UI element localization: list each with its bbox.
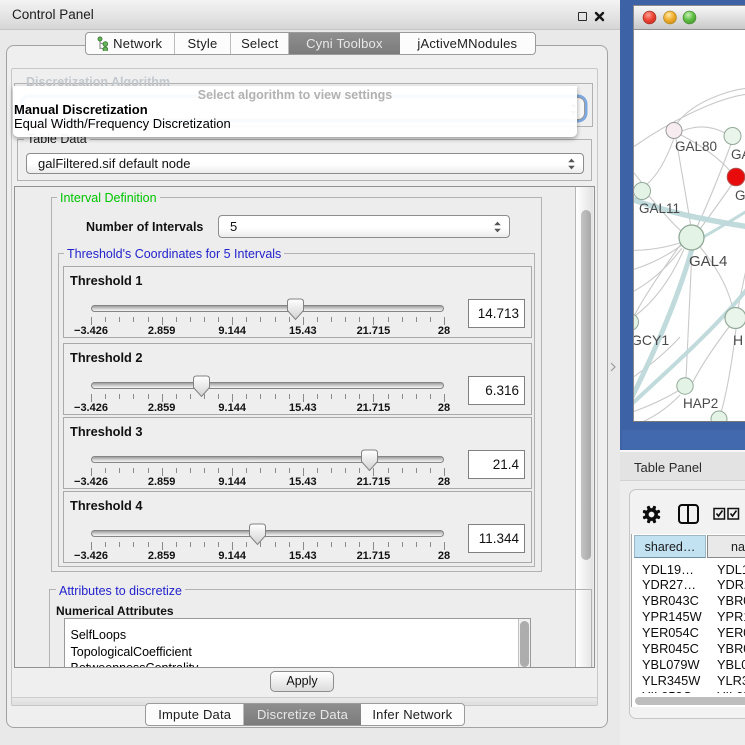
svg-text:GCY1: GCY1 (634, 332, 669, 348)
svg-text:HAP2: HAP2 (683, 396, 718, 411)
svg-text:GAL11: GAL11 (639, 201, 680, 216)
svg-text:H: H (733, 332, 743, 348)
svg-text:GA: GA (731, 147, 745, 162)
svg-text:GAL4: GAL4 (689, 253, 727, 270)
svg-text:G: G (735, 188, 745, 203)
svg-text:GAL80: GAL80 (675, 139, 717, 154)
